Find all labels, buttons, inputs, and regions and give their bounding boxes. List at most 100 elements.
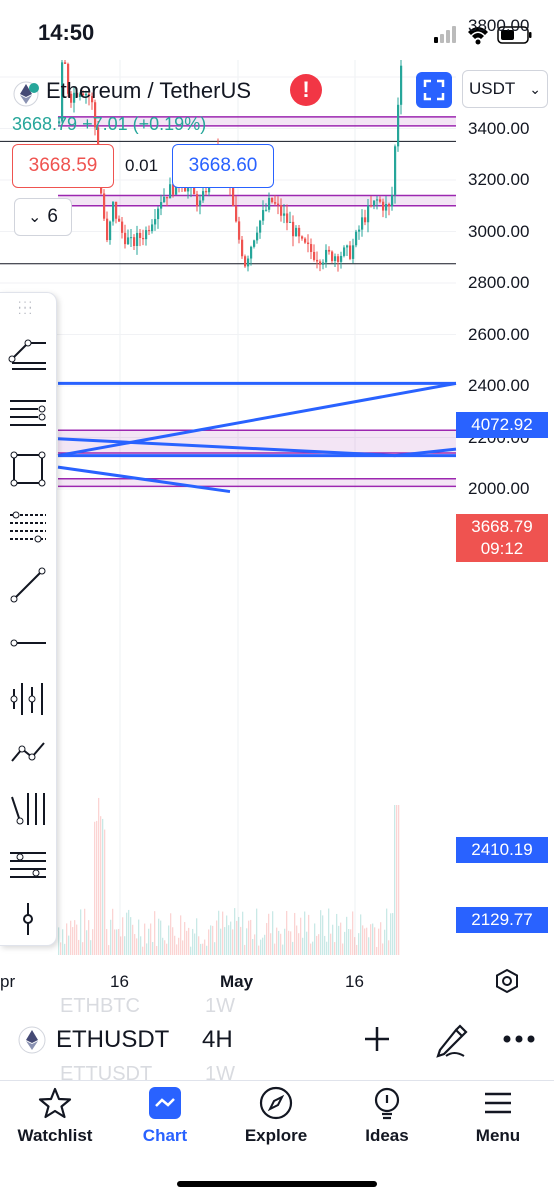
candle-body (166, 196, 169, 199)
pair-title[interactable]: Ethereum / TetherUS (46, 78, 251, 104)
currency-value: USDT (469, 79, 516, 98)
path-tool-icon[interactable] (8, 731, 48, 771)
volume-bar (282, 944, 284, 955)
cursor-tool-icon[interactable] (8, 899, 48, 939)
volume-bar (286, 910, 288, 955)
symbol-name[interactable]: ETHUSDT (56, 1026, 169, 1054)
volume-bar (62, 929, 64, 955)
candle-body (109, 221, 112, 241)
volume-bar (268, 913, 270, 955)
candle-body (157, 208, 160, 220)
candle-body (391, 194, 394, 207)
volume-bar (138, 919, 140, 955)
drawing-toolbar[interactable]: :::::: (0, 292, 57, 946)
drag-handle-icon[interactable]: :::::: (18, 298, 38, 316)
candle-body (64, 62, 67, 64)
chart-settings-icon[interactable] (494, 968, 520, 994)
fullscreen-button[interactable] (416, 72, 452, 108)
candle-body (337, 256, 340, 262)
gann-fan-tool-icon[interactable] (8, 845, 48, 885)
volume-bar (392, 913, 394, 955)
candle-body (307, 242, 310, 245)
candle-body (106, 218, 109, 241)
trend-line-tool-icon[interactable] (8, 333, 48, 373)
elliott-wave-tool-icon[interactable] (8, 789, 48, 829)
volume-bar (330, 933, 332, 955)
tab-watchlist[interactable]: Watchlist (0, 1086, 110, 1146)
volume-bar (80, 909, 82, 955)
more-icon[interactable] (502, 1034, 536, 1044)
rectangle-tool-icon[interactable] (8, 449, 48, 489)
volume-bar (376, 946, 378, 955)
volume-bar (368, 937, 370, 955)
candle-body (133, 237, 136, 246)
volume-bar (324, 935, 326, 955)
interval-select[interactable]: 4H (202, 1026, 233, 1054)
volume-bar (194, 933, 196, 955)
candle-body (268, 197, 271, 210)
fullscreen-icon (423, 79, 445, 101)
volume-bar (144, 923, 146, 955)
volume-bar (264, 934, 266, 955)
volume-bar (266, 923, 268, 955)
ghost-interval: 1W (205, 995, 235, 1017)
volume-bar (156, 946, 158, 955)
candle-body (163, 196, 166, 203)
candle-body (241, 239, 244, 257)
tab-label: Watchlist (17, 1126, 93, 1145)
fib-retracement-tool-icon[interactable] (8, 507, 48, 547)
horizontal-lines-tool-icon[interactable] (8, 391, 48, 431)
candle-body (139, 232, 142, 238)
volume-bar (278, 930, 280, 955)
candle-body (283, 213, 286, 216)
currency-select[interactable]: USDT ⌄ (462, 70, 548, 108)
volume-bar (178, 937, 180, 955)
volume-bar (298, 933, 300, 955)
volume-bar (128, 909, 130, 955)
tab-chart[interactable]: Chart (110, 1086, 220, 1146)
candle-body (289, 221, 292, 223)
candle-body (361, 217, 364, 230)
horizontal-ray-tool-icon[interactable] (8, 623, 48, 663)
volume-bar (192, 928, 194, 955)
volume-bar (58, 927, 60, 955)
volume-bar (134, 934, 136, 955)
volume-bar (106, 928, 108, 955)
star-icon (38, 1087, 72, 1119)
price-change-pct: (+0.19%) (132, 114, 207, 134)
volume-bar (272, 911, 274, 955)
volume-bar (108, 945, 110, 955)
volume-bar (246, 928, 248, 955)
volume-bar (238, 916, 240, 955)
volume-bar (102, 818, 104, 955)
tab-label: Explore (244, 1126, 308, 1145)
volume-bar (104, 829, 106, 955)
tab-menu[interactable]: Menu (443, 1086, 553, 1146)
pen-icon[interactable] (432, 1020, 468, 1058)
volume-bar (172, 927, 174, 955)
exclamation-icon[interactable]: ! (290, 74, 322, 106)
add-icon[interactable] (362, 1024, 392, 1054)
volume-bar (360, 914, 362, 955)
indicators-collapse-button[interactable]: ⌄ 6 (14, 198, 72, 236)
price-chart[interactable] (0, 60, 554, 960)
buy-price-button[interactable]: 3668.60 (172, 144, 274, 188)
candle-body (358, 229, 361, 232)
volume-bar (252, 938, 254, 955)
volume-bar (346, 916, 348, 955)
volume-bar (284, 928, 286, 955)
tab-explore[interactable]: Explore (221, 1086, 331, 1146)
candle-body (331, 251, 334, 261)
volume-bar (70, 920, 72, 955)
volume-bar (296, 925, 298, 955)
line-tool-icon[interactable] (8, 565, 48, 605)
volume-bar (356, 944, 358, 955)
volume-bar (334, 942, 336, 955)
pitchfork-tool-icon[interactable] (8, 679, 48, 719)
tab-ideas[interactable]: Ideas (332, 1086, 442, 1146)
time-axis-label: May (220, 972, 254, 991)
sell-price-button[interactable]: 3668.59 (12, 144, 114, 188)
home-indicator[interactable] (177, 1181, 377, 1187)
volume-bar (344, 931, 346, 955)
volume-bar (82, 942, 84, 955)
